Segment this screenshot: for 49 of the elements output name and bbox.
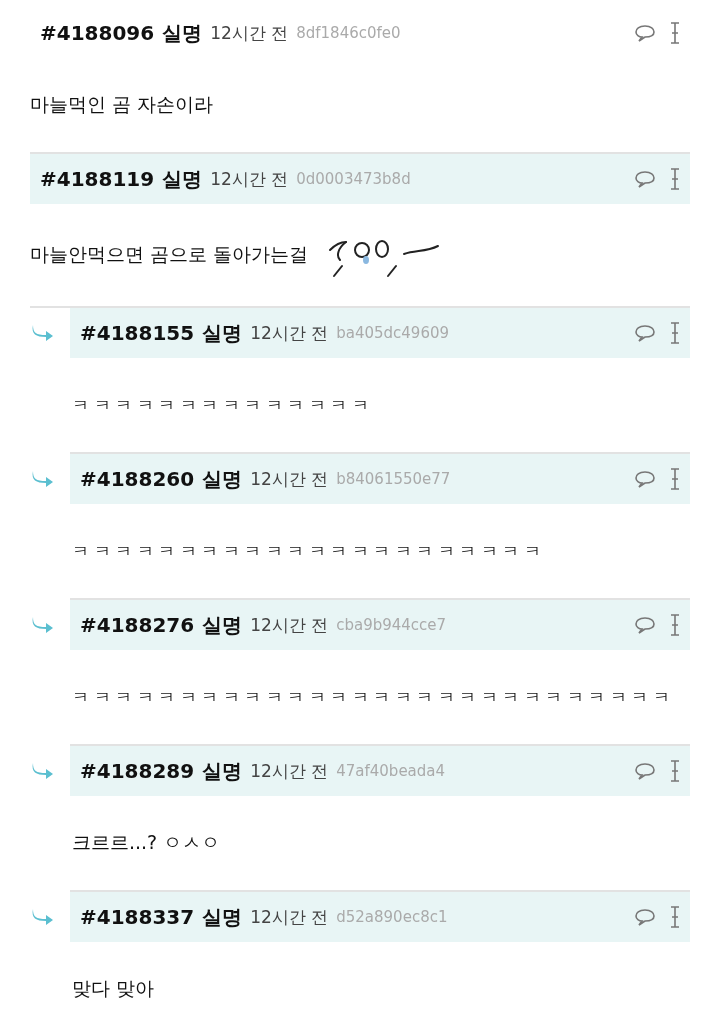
author-name: 실명 [202, 611, 243, 639]
comment-number: #4188096 [40, 21, 155, 45]
user-hash: ba405dc49609 [336, 324, 450, 342]
comment-text: 마늘먹인 곰 자손이라 [30, 92, 214, 117]
author-name: 실명 [202, 757, 243, 785]
reply-icon[interactable] [634, 170, 656, 188]
text-cursor-icon[interactable] [670, 760, 680, 782]
text-cursor-icon[interactable] [670, 22, 680, 44]
text-cursor-icon[interactable] [670, 906, 680, 928]
text-cursor-icon[interactable] [670, 468, 680, 490]
author-name: 실명 [202, 319, 243, 347]
comment-time: 12시간 전 [210, 21, 289, 45]
author-name: 실명 [202, 465, 243, 493]
comment-text: 크르르...? ㅇㅅㅇ [72, 830, 221, 855]
text-cursor-icon[interactable] [670, 168, 680, 190]
comment-number: #4188155 [80, 321, 195, 345]
comment-text: ㅋㅋㅋㅋㅋㅋㅋㅋㅋㅋㅋㅋㅋㅋㅋㅋㅋㅋㅋㅋㅋㅋㅋㅋㅋㅋㅋㅋ [72, 685, 674, 709]
reply-icon[interactable] [634, 324, 656, 342]
comment-time: 12시간 전 [250, 613, 329, 637]
user-hash: 0d0003473b8d [296, 170, 411, 188]
reply-icon[interactable] [634, 24, 656, 42]
author-name: 실명 [162, 19, 203, 47]
reply-icon[interactable] [634, 616, 656, 634]
comment-text: ㅋㅋㅋㅋㅋㅋㅋㅋㅋㅋㅋㅋㅋㅋ [72, 393, 373, 417]
comment-text: 마늘안먹으면 곰으로 돌아가는걸 [30, 242, 309, 267]
user-hash: 8df1846c0fe0 [296, 24, 401, 42]
comment-time: 12시간 전 [250, 467, 329, 491]
comment-number: #4188289 [80, 759, 195, 783]
user-hash: d52a890ec8c1 [336, 908, 448, 926]
text-cursor-icon[interactable] [670, 322, 680, 344]
comment-time: 12시간 전 [250, 321, 329, 345]
comment-text: 맞다 맞아 [72, 976, 155, 1001]
comment-time: 12시간 전 [210, 167, 289, 191]
comment-time: 12시간 전 [250, 905, 329, 929]
comment-number: #4188276 [80, 613, 195, 637]
user-hash: cba9b944cce7 [336, 616, 447, 634]
author-name: 실명 [202, 903, 243, 931]
comment-number: #4188119 [40, 167, 155, 191]
author-name: 실명 [162, 165, 203, 193]
reply-icon[interactable] [634, 908, 656, 926]
comment-text: ㅋㅋㅋㅋㅋㅋㅋㅋㅋㅋㅋㅋㅋㅋㅋㅋㅋㅋㅋㅋㅋㅋ [72, 539, 545, 563]
reply-icon[interactable] [634, 762, 656, 780]
comment-number: #4188260 [80, 467, 195, 491]
text-cursor-icon[interactable] [670, 614, 680, 636]
user-hash: b84061550e77 [336, 470, 451, 488]
comment-number: #4188337 [80, 905, 195, 929]
user-hash: 47af40beada4 [336, 762, 446, 780]
reply-icon[interactable] [634, 470, 656, 488]
comment-time: 12시간 전 [250, 759, 329, 783]
